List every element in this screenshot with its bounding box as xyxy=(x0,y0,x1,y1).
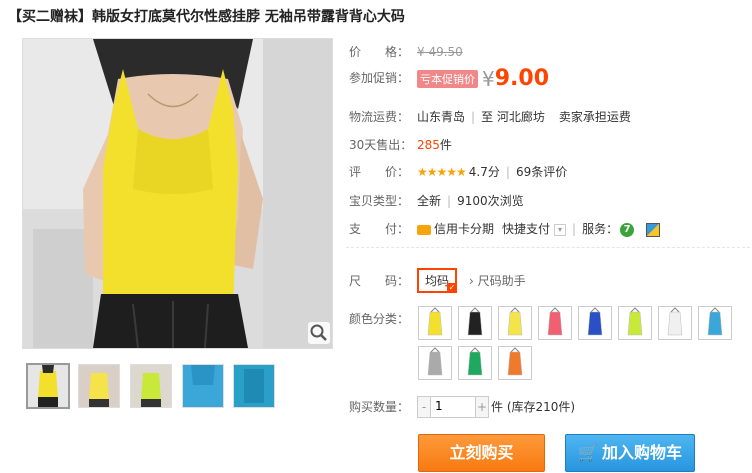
add-to-cart-button[interactable]: 🛒 加入购物车 xyxy=(565,434,695,472)
product-title: 【买二赠袜】韩版女打底莫代尔性感挂脖 无袖吊带露背背心大码 xyxy=(8,9,405,25)
rating-label: 评 价： xyxy=(349,165,410,179)
guarantee-icon[interactable] xyxy=(646,222,661,237)
buy-now-button[interactable]: 立刻购买 xyxy=(418,434,545,472)
color-swatch[interactable] xyxy=(538,306,572,340)
view-count: 9100次浏览 xyxy=(457,194,524,208)
color-swatch[interactable] xyxy=(498,306,532,340)
quantity-row: 购买数量：-+件 (库存210件) xyxy=(349,396,575,418)
color-swatch[interactable] xyxy=(698,306,732,340)
color-label-row: 颜色分类： xyxy=(349,310,417,327)
review-count-link[interactable]: 69条评价 xyxy=(516,165,567,179)
promo-price: 9.00 xyxy=(494,66,550,91)
increment-button[interactable]: + xyxy=(475,397,488,417)
7day-return-icon[interactable]: 7 xyxy=(620,222,635,237)
shipping-fee: 卖家承担运费 xyxy=(558,110,631,124)
thumbnail-4[interactable] xyxy=(182,364,224,408)
size-row: 尺 码： 均码 ✓ › 尺码助手 xyxy=(349,268,526,293)
sales-count: 285 xyxy=(417,138,440,152)
item-type-label: 宝贝类型： xyxy=(349,194,410,208)
product-photo xyxy=(23,39,332,348)
color-label: 颜色分类： xyxy=(349,312,410,326)
price-row: 价 格： ¥ 49.50 xyxy=(349,43,463,60)
thumbnail-3[interactable] xyxy=(130,364,172,408)
cart-icon: 🛒 xyxy=(578,443,598,462)
rating-score: 4.7分 xyxy=(468,165,500,179)
promo-row: 参加促销： 亏本促销价 ¥9.00 xyxy=(349,66,549,91)
rating-row: 评 价： ★★★★★ 4.7分 | 69条评价 xyxy=(349,165,568,179)
shipping-row: 物流运费： 山东青岛 | 至 河北廊坊 卖家承担运费 xyxy=(349,110,631,124)
currency-symbol: ¥ xyxy=(482,66,495,91)
payment-label: 支 付： xyxy=(349,222,410,236)
quick-pay[interactable]: 快捷支付 xyxy=(502,222,550,236)
dropdown-icon[interactable]: ▾ xyxy=(554,223,567,236)
thumbnail-5[interactable] xyxy=(233,364,275,408)
zoom-icon[interactable] xyxy=(308,322,330,344)
sales-row: 30天售出： 285件 xyxy=(349,136,452,153)
color-swatch[interactable] xyxy=(658,306,692,340)
item-type-row: 宝贝类型： 全新 | 9100次浏览 xyxy=(349,194,524,208)
quantity-input[interactable] xyxy=(431,397,475,415)
ship-to[interactable]: 至 河北廊坊 xyxy=(481,110,545,124)
color-swatch[interactable] xyxy=(418,346,452,380)
color-swatch[interactable] xyxy=(418,306,452,340)
price-label: 价 格： xyxy=(349,45,410,59)
payment-row: 支 付： 信用卡分期 快捷支付 ▾ | 服务： 7 xyxy=(349,220,661,237)
sales-unit: 件 xyxy=(439,138,452,152)
credit-card-icon xyxy=(417,224,431,235)
shipping-label: 物流运费： xyxy=(349,110,410,124)
divider xyxy=(346,247,750,248)
quantity-stepper: -+ xyxy=(417,396,489,418)
size-label: 尺 码： xyxy=(349,274,410,288)
service-label: 服务： xyxy=(582,222,619,236)
stock-info: 件 (库存210件) xyxy=(491,399,576,414)
item-condition: 全新 xyxy=(417,194,442,208)
check-icon: ✓ xyxy=(447,283,458,293)
decrement-button[interactable]: - xyxy=(418,397,431,417)
ship-from: 山东青岛 xyxy=(417,110,466,124)
thumbnail-1[interactable] xyxy=(26,363,70,409)
size-option-onesize[interactable]: 均码 ✓ xyxy=(417,268,458,293)
color-swatch[interactable] xyxy=(618,306,652,340)
color-swatch[interactable] xyxy=(498,346,532,380)
credit-installment[interactable]: 信用卡分期 xyxy=(434,222,494,236)
rating-stars-icon: ★★★★★ xyxy=(417,165,467,179)
main-product-image[interactable] xyxy=(22,38,333,349)
color-swatch[interactable] xyxy=(578,306,612,340)
promo-label: 参加促销： xyxy=(349,71,410,85)
color-swatch[interactable] xyxy=(458,306,492,340)
sales-label: 30天售出： xyxy=(349,138,413,152)
color-swatch[interactable] xyxy=(458,346,492,380)
original-price: ¥ 49.50 xyxy=(417,45,463,59)
size-helper-link[interactable]: › 尺码助手 xyxy=(469,274,526,288)
promo-tag: 亏本促销价 xyxy=(417,69,478,88)
thumbnail-2[interactable] xyxy=(78,364,120,408)
quantity-label: 购买数量： xyxy=(349,399,410,414)
